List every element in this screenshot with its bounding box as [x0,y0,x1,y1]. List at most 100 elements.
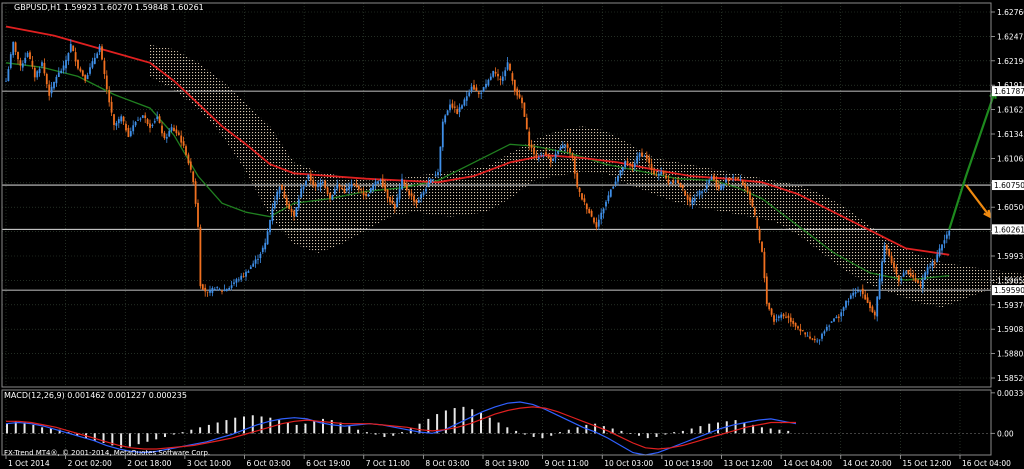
candle-up-body [213,288,216,290]
candle-up-body [446,110,449,116]
candle-down-body [686,194,689,200]
candle-down-body [804,332,807,335]
candle-down-body [197,202,199,227]
candle-up-body [333,189,336,195]
macd-hist-bar [638,433,640,436]
candle-down-body [283,191,286,199]
candle-up-body [739,179,742,180]
macd-hist-bar [339,422,342,434]
candle-down-body [31,60,34,67]
candle-up-body [139,118,142,120]
candle-up-body [91,61,94,68]
candle-up-body [818,339,821,341]
time-tick-label: 10 Oct 19:00 [664,459,713,468]
time-tick-label: 3 Oct 10:00 [187,459,231,468]
candle-up-body [300,188,303,198]
candle-up-body [295,207,298,217]
candle-up-body [638,152,641,158]
candle-down-body [528,131,531,147]
candle-up-body [696,195,699,197]
candle-down-body [146,119,149,124]
candle-up-body [554,153,557,159]
candle-down-body [84,74,87,81]
candle-up-body [605,201,607,207]
candle-down-body [408,190,411,196]
candle-down-body [888,248,891,256]
candle-down-body [48,84,51,96]
candle-down-body [341,187,343,190]
candle-up-body [345,188,348,191]
candle-down-body [689,197,691,202]
candle-down-body [19,60,22,66]
candle-up-body [247,271,250,273]
candle-down-body [201,284,204,290]
time-tick-label: 2 Oct 18:00 [127,459,171,468]
macd-hist-bar [787,430,790,434]
candle-up-body [372,184,375,190]
candle-up-body [857,290,859,292]
candle-up-body [487,79,490,86]
candle-down-body [581,193,583,200]
candle-up-body [137,119,139,121]
candle-down-body [74,52,77,62]
candle-down-body [737,178,739,179]
candle-up-body [233,282,235,284]
macd-hist-bar [778,429,781,434]
macd-hist-bar [181,432,184,434]
macd-hist-bar [348,426,351,434]
candle-down-body [751,199,754,207]
macd-hist-bar [760,427,763,434]
macd-hist-bar [286,422,289,434]
candle-down-body [389,197,391,202]
candle-up-body [806,335,809,337]
candle-up-body [708,180,711,184]
candle-down-body [473,85,475,90]
candle-down-body [360,188,363,190]
candle-up-body [470,86,473,91]
candle-up-body [902,272,905,277]
candle-up-body [379,179,382,182]
candle-up-body [57,72,60,77]
candle-down-body [365,193,367,196]
macd-hist-bar [629,433,632,434]
candle-up-body [228,287,231,290]
candle-down-body [77,59,79,69]
candle-down-body [206,291,209,293]
candle-up-body [501,76,504,81]
macd-hist-bar [128,433,131,447]
candle-down-body [103,60,106,75]
candle-down-body [672,180,675,183]
candle-down-body [204,287,207,292]
candle-down-body [677,180,679,184]
candle-down-body [897,275,900,282]
candle-up-body [297,199,300,208]
candle-up-body [465,96,468,101]
candle-down-body [573,156,576,174]
candle-down-body [650,163,653,170]
candle-down-body [530,144,533,149]
time-tick-label: 7 Oct 11:00 [366,459,410,468]
candle-up-body [458,107,461,113]
candle-up-body [377,181,379,184]
copyright-watermark: FX-Trend MT4®, © 2001-2014, MetaQuotes S… [4,449,210,457]
candle-down-body [571,154,574,157]
candle-down-body [533,147,535,155]
candle-up-body [437,172,439,176]
candle-down-body [518,94,521,98]
candle-down-body [547,156,550,159]
candle-up-body [98,46,101,53]
candle-up-body [401,178,403,190]
candle-down-body [809,336,811,339]
macd-hist-bar [673,432,676,434]
price-tick-label: 1.61345 [997,130,1024,139]
candle-down-body [475,87,478,91]
candle-down-body [768,302,771,310]
candle-down-body [127,127,130,137]
trading-chart[interactable]: 1.627601.624751.621901.619101.616251.613… [0,0,1024,469]
candle-down-body [45,73,48,85]
candle-down-body [403,181,406,185]
candle-up-body [924,272,927,280]
candle-up-body [883,245,886,263]
macd-hist-bar [506,427,509,434]
candle-up-body [62,65,65,71]
